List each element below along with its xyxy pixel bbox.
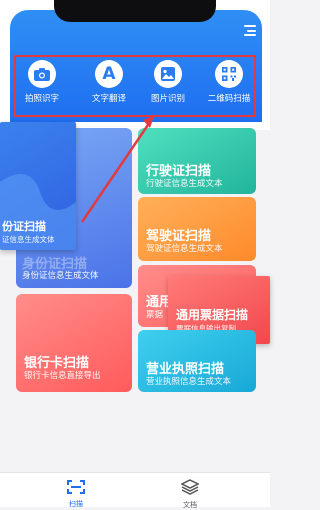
annotation-arrow	[80, 116, 154, 223]
nav-label: 扫描	[69, 500, 83, 508]
bottom-navigation: 扫描 文档	[0, 472, 270, 510]
nav-label: 文档	[183, 501, 197, 509]
scan-icon	[67, 480, 85, 494]
nav-documents[interactable]: 文档	[170, 479, 210, 510]
nav-scan[interactable]: 扫描	[56, 479, 96, 509]
layers-icon	[180, 479, 200, 495]
